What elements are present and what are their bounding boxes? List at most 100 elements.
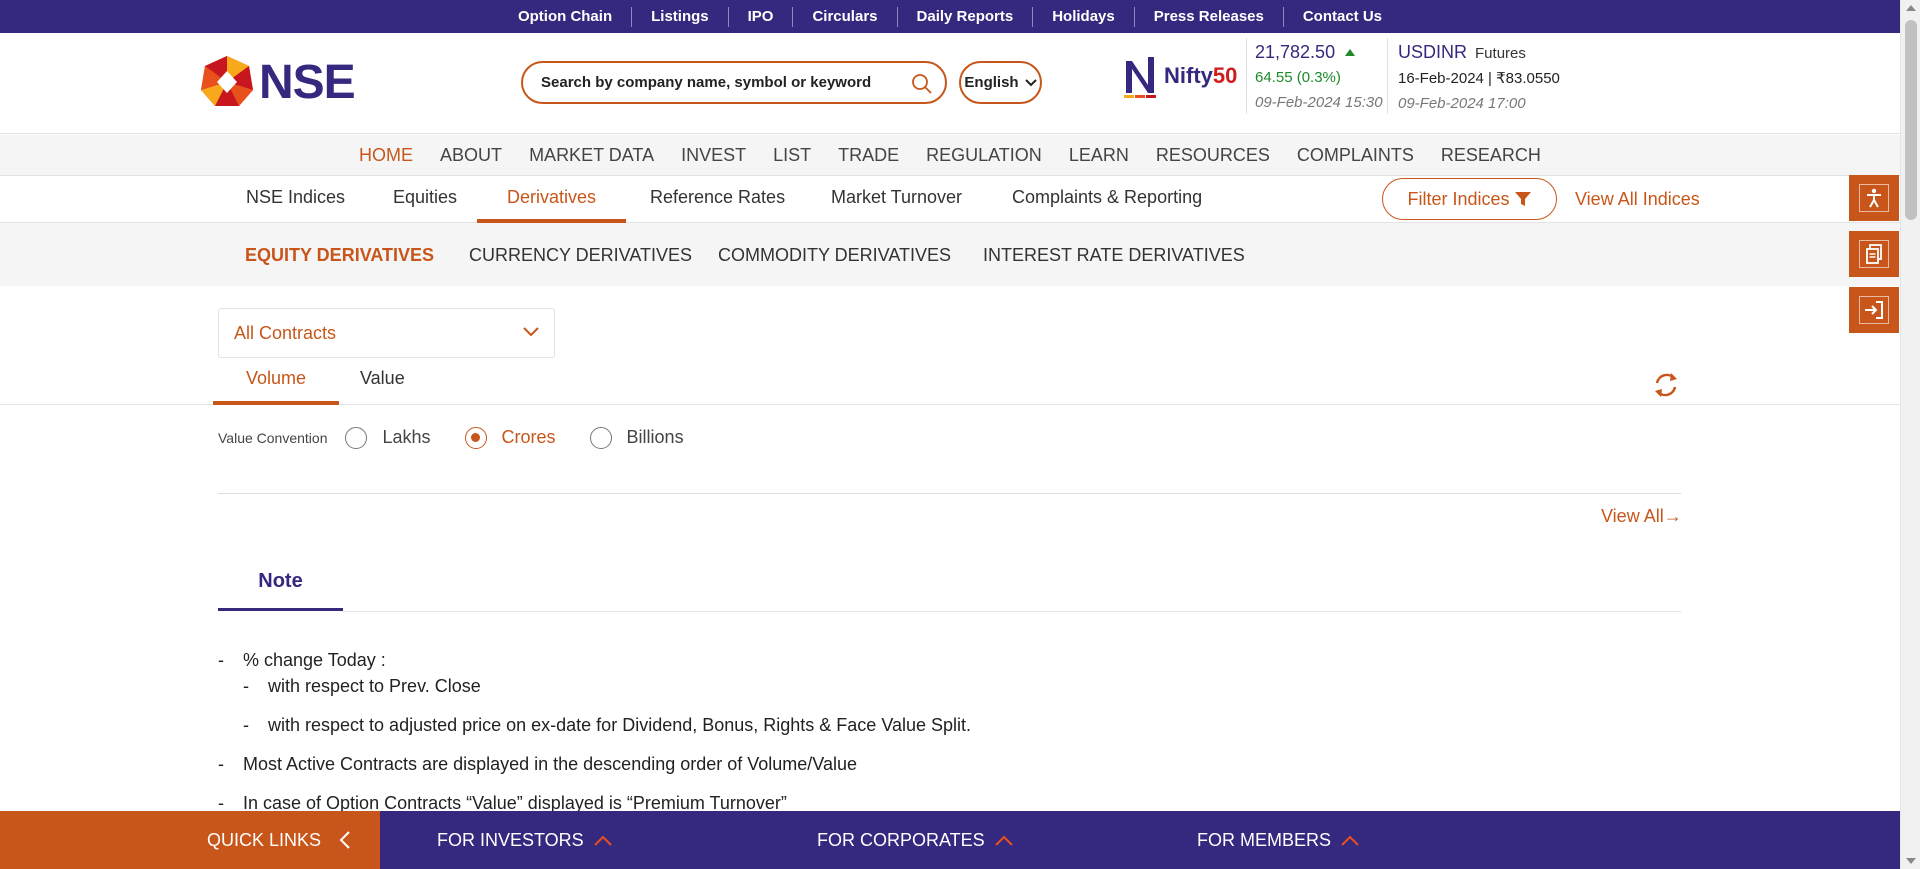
page-scrollbar[interactable] <box>1900 0 1920 869</box>
usdinr-type: Futures <box>1475 45 1526 62</box>
scroll-up-icon[interactable] <box>1906 5 1916 11</box>
chevron-up-icon <box>994 835 1013 846</box>
tab-volume[interactable]: Volume <box>213 368 340 405</box>
radio-lakhs-label: Lakhs <box>382 427 431 447</box>
tab-nse-indices[interactable]: NSE Indices <box>233 176 358 223</box>
nav-about[interactable]: ABOUT <box>427 145 516 166</box>
nav-resources[interactable]: RESOURCES <box>1142 145 1283 166</box>
nav-market-data[interactable]: MARKET DATA <box>516 145 668 166</box>
nifty-change: 64.55 (0.3%) <box>1255 69 1341 86</box>
tab-value[interactable]: Value <box>327 368 438 405</box>
quick-links-button[interactable]: QUICK LINKS <box>0 811 380 869</box>
nifty-quote[interactable]: 21,782.50 64.55 (0.3%) 09-Feb-2024 15:30 <box>1246 38 1383 114</box>
main-nav: HOME ABOUT MARKET DATA INVEST LIST TRADE… <box>0 135 1900 176</box>
login-icon <box>1865 301 1883 319</box>
nav-home[interactable]: HOME <box>346 145 427 166</box>
toplink-ipo[interactable]: IPO <box>729 6 794 27</box>
site-header: NSE English Nifty50 21,782.50 64.55 ( <box>0 33 1900 134</box>
usdinr-quote[interactable]: USDINR Futures 16-Feb-2024 | ₹83.0550 09-… <box>1387 38 1560 114</box>
tab-commodity-derivatives[interactable]: COMMODITY DERIVATIVES <box>718 245 951 266</box>
filter-indices-button[interactable]: Filter Indices <box>1382 178 1557 220</box>
volume-value-tabs: Volume Value <box>0 358 1900 405</box>
tab-equity-derivatives[interactable]: EQUITY DERIVATIVES <box>245 245 434 266</box>
note-line: - with respect to adjusted price on ex-da… <box>243 715 972 735</box>
nav-learn[interactable]: LEARN <box>1055 145 1142 166</box>
radio-lakhs[interactable]: Lakhs <box>345 426 431 449</box>
chevron-up-icon <box>593 835 612 846</box>
document-icon <box>1866 244 1882 264</box>
language-value: English <box>964 74 1019 91</box>
value-convention: Value Convention Lakhs Crores Billions <box>218 420 718 455</box>
nav-regulation[interactable]: REGULATION <box>913 145 1056 166</box>
usdinr-expiry-price: 16-Feb-2024 | ₹83.0550 <box>1398 70 1560 87</box>
toplink-holidays[interactable]: Holidays <box>1033 6 1135 27</box>
index-tabs: NSE Indices Equities Derivatives Referen… <box>0 176 1900 223</box>
view-all-indices-link[interactable]: View All Indices <box>1575 189 1700 210</box>
for-corporates-button[interactable]: FOR CORPORATES <box>817 830 1013 851</box>
chevron-down-icon <box>1024 78 1037 86</box>
toplink-contact-us[interactable]: Contact Us <box>1284 7 1401 27</box>
scroll-down-icon[interactable] <box>1906 858 1916 864</box>
radio-circle <box>589 426 612 449</box>
for-investors-button[interactable]: FOR INVESTORS <box>437 830 612 851</box>
logo-text: NSE <box>259 55 356 109</box>
login-button[interactable] <box>1849 287 1899 333</box>
for-members-button[interactable]: FOR MEMBERS <box>1197 830 1359 851</box>
language-select[interactable]: English <box>959 61 1042 104</box>
nav-list[interactable]: LIST <box>760 145 825 166</box>
tab-market-turnover[interactable]: Market Turnover <box>818 176 975 223</box>
view-all-link[interactable]: View All→ <box>1601 506 1682 527</box>
toplink-circulars[interactable]: Circulars <box>793 6 898 27</box>
nav-research[interactable]: RESEARCH <box>1427 145 1554 166</box>
nifty-value: 21,782.50 <box>1255 42 1336 62</box>
filter-indices-label: Filter Indices <box>1407 188 1510 209</box>
usdinr-datetime: 09-Feb-2024 17:00 <box>1398 95 1526 112</box>
nifty-value-row: 21,782.50 <box>1255 42 1383 63</box>
search-icon[interactable] <box>911 73 933 95</box>
note-line: -% change Today : <box>218 650 386 670</box>
note-line: - Most Active Contracts are displayed in … <box>218 754 858 774</box>
tab-interest-rate-derivatives[interactable]: INTEREST RATE DERIVATIVES <box>983 245 1245 266</box>
note-line: - with respect to Prev. Close <box>243 676 481 696</box>
nifty-logo-icon <box>1124 57 1156 98</box>
radio-billions[interactable]: Billions <box>589 426 684 449</box>
nse-logo[interactable]: NSE <box>199 54 356 110</box>
radio-billions-label: Billions <box>626 427 684 447</box>
refresh-icon[interactable] <box>1651 370 1681 400</box>
nse-logo-mark-icon <box>201 56 253 106</box>
radio-circle <box>345 426 368 449</box>
search-input[interactable] <box>541 74 901 91</box>
for-members-label: FOR MEMBERS <box>1197 830 1332 850</box>
for-investors-label: FOR INVESTORS <box>437 830 584 850</box>
toplink-daily-reports[interactable]: Daily Reports <box>898 6 1034 27</box>
divider <box>343 611 1681 612</box>
value-convention-label: Value Convention <box>218 429 328 446</box>
tab-currency-derivatives[interactable]: CURRENCY DERIVATIVES <box>469 245 692 266</box>
radio-crores[interactable]: Crores <box>464 426 556 449</box>
document-button[interactable] <box>1849 231 1899 277</box>
chevron-up-icon <box>1341 835 1359 846</box>
nav-complaints[interactable]: COMPLAINTS <box>1283 145 1427 166</box>
toplink-option-chain[interactable]: Option Chain <box>499 6 633 27</box>
search-box[interactable] <box>521 61 947 104</box>
radio-circle <box>464 426 487 449</box>
nifty-datetime: 09-Feb-2024 15:30 <box>1255 94 1383 111</box>
chevron-down-icon <box>523 327 539 337</box>
tab-equities[interactable]: Equities <box>380 176 470 223</box>
nav-trade[interactable]: TRADE <box>825 145 913 166</box>
tab-complaints-reporting[interactable]: Complaints & Reporting <box>999 176 1215 223</box>
accessibility-icon <box>1867 188 1881 208</box>
scrollbar-thumb[interactable] <box>1905 20 1917 220</box>
accessibility-button[interactable] <box>1849 175 1899 221</box>
toplink-press-releases[interactable]: Press Releases <box>1135 6 1284 27</box>
note-tab[interactable]: Note <box>218 566 343 611</box>
arrow-up-icon <box>1345 49 1356 56</box>
nifty50-logo[interactable]: Nifty50 <box>1122 53 1237 99</box>
tab-derivatives[interactable]: Derivatives <box>477 176 626 223</box>
toplink-listings[interactable]: Listings <box>632 6 729 27</box>
usdinr-symbol-row: USDINR Futures <box>1398 42 1560 63</box>
tab-reference-rates[interactable]: Reference Rates <box>637 176 798 223</box>
contracts-select[interactable]: All Contracts <box>218 308 555 358</box>
nav-invest[interactable]: INVEST <box>668 145 760 166</box>
bottom-bar: QUICK LINKS FOR INVESTORS FOR CORPORATES… <box>0 811 1900 869</box>
